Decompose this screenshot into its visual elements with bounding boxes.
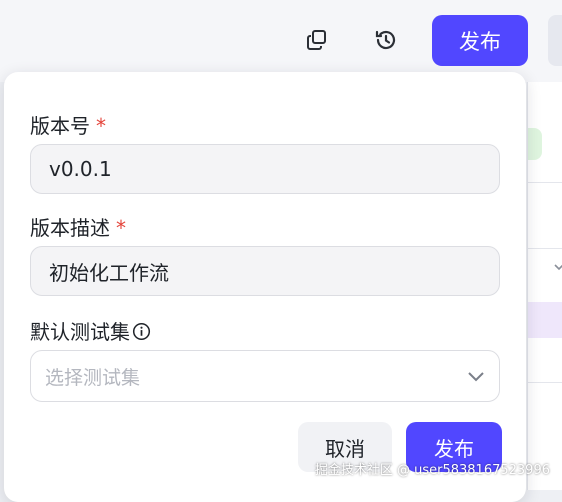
version-input[interactable] [30,144,500,194]
required-mark: * [116,216,126,240]
description-label: 版本描述 * [30,212,126,241]
version-label: 版本号 * [30,110,106,139]
info-icon[interactable] [132,322,151,346]
copy-icon[interactable] [304,27,330,53]
toolbar-more-button[interactable] [548,15,562,66]
watermark: 掘金技术社区 @ user5838167523996 [314,463,550,478]
background-panel [527,82,562,490]
divider [528,382,562,383]
history-icon[interactable] [373,27,399,53]
background-selected-row [528,302,562,338]
required-mark: * [96,114,106,138]
divider [528,182,562,183]
top-toolbar: 发布 [0,0,562,82]
toolbar-publish-button[interactable]: 发布 [432,15,528,66]
chevron-down-icon [467,367,485,386]
version-label-text: 版本号 [30,114,90,138]
description-label-text: 版本描述 [30,216,110,240]
testset-label-text: 默认测试集 [30,320,130,344]
testset-select[interactable]: 选择测试集 [30,350,500,402]
background-status-chip [528,128,542,160]
publish-popover: 版本号* 版本描述* 默认测试集 选择测试集 取消 发布 [4,72,526,502]
divider [528,248,562,249]
testset-placeholder: 选择测试集 [45,366,141,389]
description-input[interactable] [30,246,500,296]
testset-label: 默认测试集 [30,316,151,346]
chevron-down-icon [554,260,562,275]
